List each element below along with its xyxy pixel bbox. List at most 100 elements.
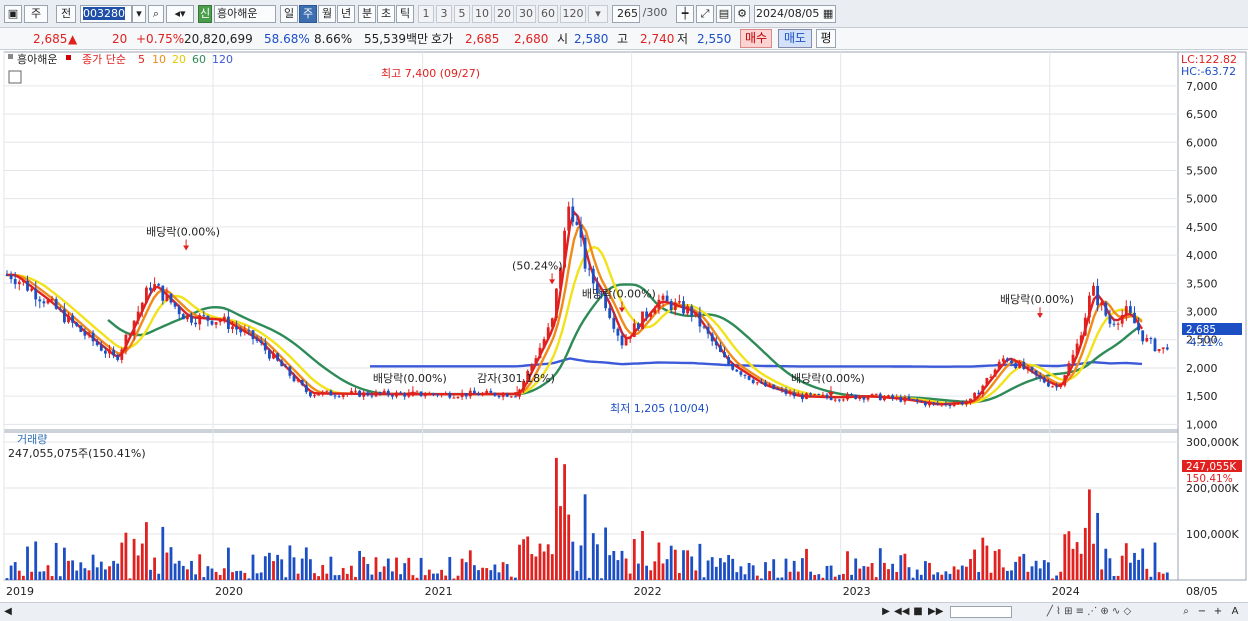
- rewind-icon[interactable]: ◀◀: [894, 605, 909, 619]
- interval-5-button[interactable]: 5: [454, 5, 470, 23]
- candle-body: [120, 349, 124, 360]
- candle-body: [296, 379, 300, 382]
- interval-60-button[interactable]: 60: [538, 5, 558, 23]
- layout-icon[interactable]: ▣: [4, 5, 22, 23]
- candle-body: [362, 392, 366, 397]
- period-week-button[interactable]: 주: [299, 5, 317, 23]
- stop-icon[interactable]: ■: [912, 605, 924, 619]
- volume-bar: [1022, 553, 1026, 580]
- period-day-button[interactable]: 일: [280, 5, 298, 23]
- legend-ma60: 60: [192, 53, 206, 66]
- stock-chart[interactable]: 배당락(0.00%) 배당락(0.00%) 감자(301.18%) (50.24%) 배…: [0, 50, 1248, 602]
- search-icon[interactable]: ⌕: [148, 5, 164, 23]
- volume-bar: [350, 565, 353, 580]
- horizontal-scrollbar[interactable]: ◀ ▶ ◀◀ ■ ▶▶ ╱ ⌇ ⊞ ≡ ⋰ ⊕ ∿ ◇ ⌕ − + A: [0, 602, 1248, 621]
- zoom-in-icon[interactable]: +: [1212, 605, 1224, 619]
- candle-body: [313, 395, 316, 397]
- zoom-icon[interactable]: ⌕: [1180, 605, 1192, 619]
- volume-bar: [391, 571, 394, 580]
- interval-10-button[interactable]: 10: [472, 5, 492, 23]
- candle-body: [850, 394, 853, 396]
- candle-body: [833, 399, 837, 401]
- volume-bar: [218, 574, 222, 580]
- volume-bar: [452, 578, 456, 580]
- candle-body: [768, 384, 771, 387]
- candle-body: [862, 397, 866, 400]
- period-second-button[interactable]: 초: [377, 5, 395, 23]
- candle-body: [1022, 361, 1026, 369]
- candle-icon[interactable]: ┿: [676, 5, 694, 23]
- volume-bar: [296, 573, 300, 580]
- play-icon[interactable]: ▶: [880, 605, 892, 619]
- crosshair-icon[interactable]: ⤢: [696, 5, 714, 23]
- volume-bar: [374, 557, 378, 580]
- candle-body: [673, 302, 677, 311]
- volume-bar: [140, 543, 144, 580]
- candle-body: [22, 280, 25, 282]
- interval-1-button[interactable]: 1: [418, 5, 434, 23]
- table-icon[interactable]: [8, 70, 22, 84]
- candle-body: [1112, 323, 1116, 325]
- up-arrow-icon: ▲: [68, 32, 78, 46]
- gear-icon[interactable]: ⚙: [734, 5, 750, 23]
- interval-30-button[interactable]: 30: [516, 5, 536, 23]
- candle-body: [870, 394, 874, 398]
- sell-button[interactable]: 매도: [778, 29, 812, 48]
- volume-bar: [907, 567, 911, 580]
- candle-body: [235, 326, 238, 330]
- count-input[interactable]: 265: [612, 5, 640, 23]
- buy-button[interactable]: 매수: [740, 29, 772, 48]
- candle-body: [26, 280, 29, 291]
- candle-body: [538, 347, 542, 359]
- period-tick-button[interactable]: 틱: [396, 5, 414, 23]
- stock-name-field[interactable]: 흥아해운: [214, 5, 276, 23]
- zoom-out-icon[interactable]: −: [1196, 605, 1208, 619]
- volume-bar: [1055, 575, 1058, 580]
- candle-body: [948, 405, 952, 407]
- quote-bar: 2,685 ▲ 20 +0.75% 20,820,699 58.68% 8.66…: [0, 28, 1248, 50]
- volume-bar: [731, 558, 735, 580]
- volume-last-pct: 150.41%: [1186, 473, 1233, 485]
- stock-code-input[interactable]: 003280: [80, 5, 132, 23]
- auto-scale-icon[interactable]: A: [1228, 605, 1242, 619]
- interval-dropdown-icon[interactable]: ▾: [588, 5, 608, 23]
- calendar-icon[interactable]: ▦: [823, 7, 833, 20]
- candle-body: [63, 309, 66, 323]
- zoom-slider[interactable]: [950, 606, 1012, 618]
- volume-bar: [460, 558, 464, 580]
- candle-body: [965, 402, 968, 405]
- period-month-button[interactable]: 월: [318, 5, 336, 23]
- scroll-left-icon[interactable]: ◀: [2, 605, 14, 619]
- candle-body: [743, 374, 747, 376]
- interval-120-button[interactable]: 120: [560, 5, 586, 23]
- volume-bar: [300, 558, 304, 580]
- period-minute-button[interactable]: 분: [358, 5, 376, 23]
- volume-bar: [686, 550, 689, 580]
- volume-bar: [1038, 568, 1042, 580]
- candle-body: [255, 339, 259, 341]
- current-pct-text: -4.11%: [1186, 337, 1223, 349]
- drawing-tools[interactable]: ╱ ⌇ ⊞ ≡ ⋰ ⊕ ∿ ◇: [1014, 605, 1164, 619]
- code-dropdown-icon[interactable]: ▾: [132, 5, 146, 23]
- y-tick-label: 1,500: [1186, 390, 1218, 403]
- candle-body: [612, 317, 616, 329]
- volume-bar: [534, 556, 538, 580]
- volume-bar: [202, 577, 206, 580]
- date-input[interactable]: 2024/08/05 ▦: [754, 5, 836, 23]
- save-icon[interactable]: ▤: [716, 5, 732, 23]
- candle-body: [546, 327, 550, 340]
- period-year-button[interactable]: 년: [337, 5, 355, 23]
- candle-body: [842, 399, 845, 401]
- volume-bar: [973, 549, 976, 580]
- interval-20-button[interactable]: 20: [494, 5, 514, 23]
- prev-button[interactable]: 전: [56, 5, 76, 23]
- volume-bar: [895, 571, 899, 580]
- interval-3-button[interactable]: 3: [436, 5, 452, 23]
- eval-button[interactable]: 평: [816, 29, 836, 48]
- speaker-icon[interactable]: ◂▾: [166, 5, 194, 23]
- forward-icon[interactable]: ▶▶: [928, 605, 943, 619]
- chart-type-select[interactable]: 주: [24, 5, 48, 23]
- candle-body: [280, 360, 284, 367]
- candle-body: [944, 403, 948, 406]
- candle-body: [17, 281, 21, 285]
